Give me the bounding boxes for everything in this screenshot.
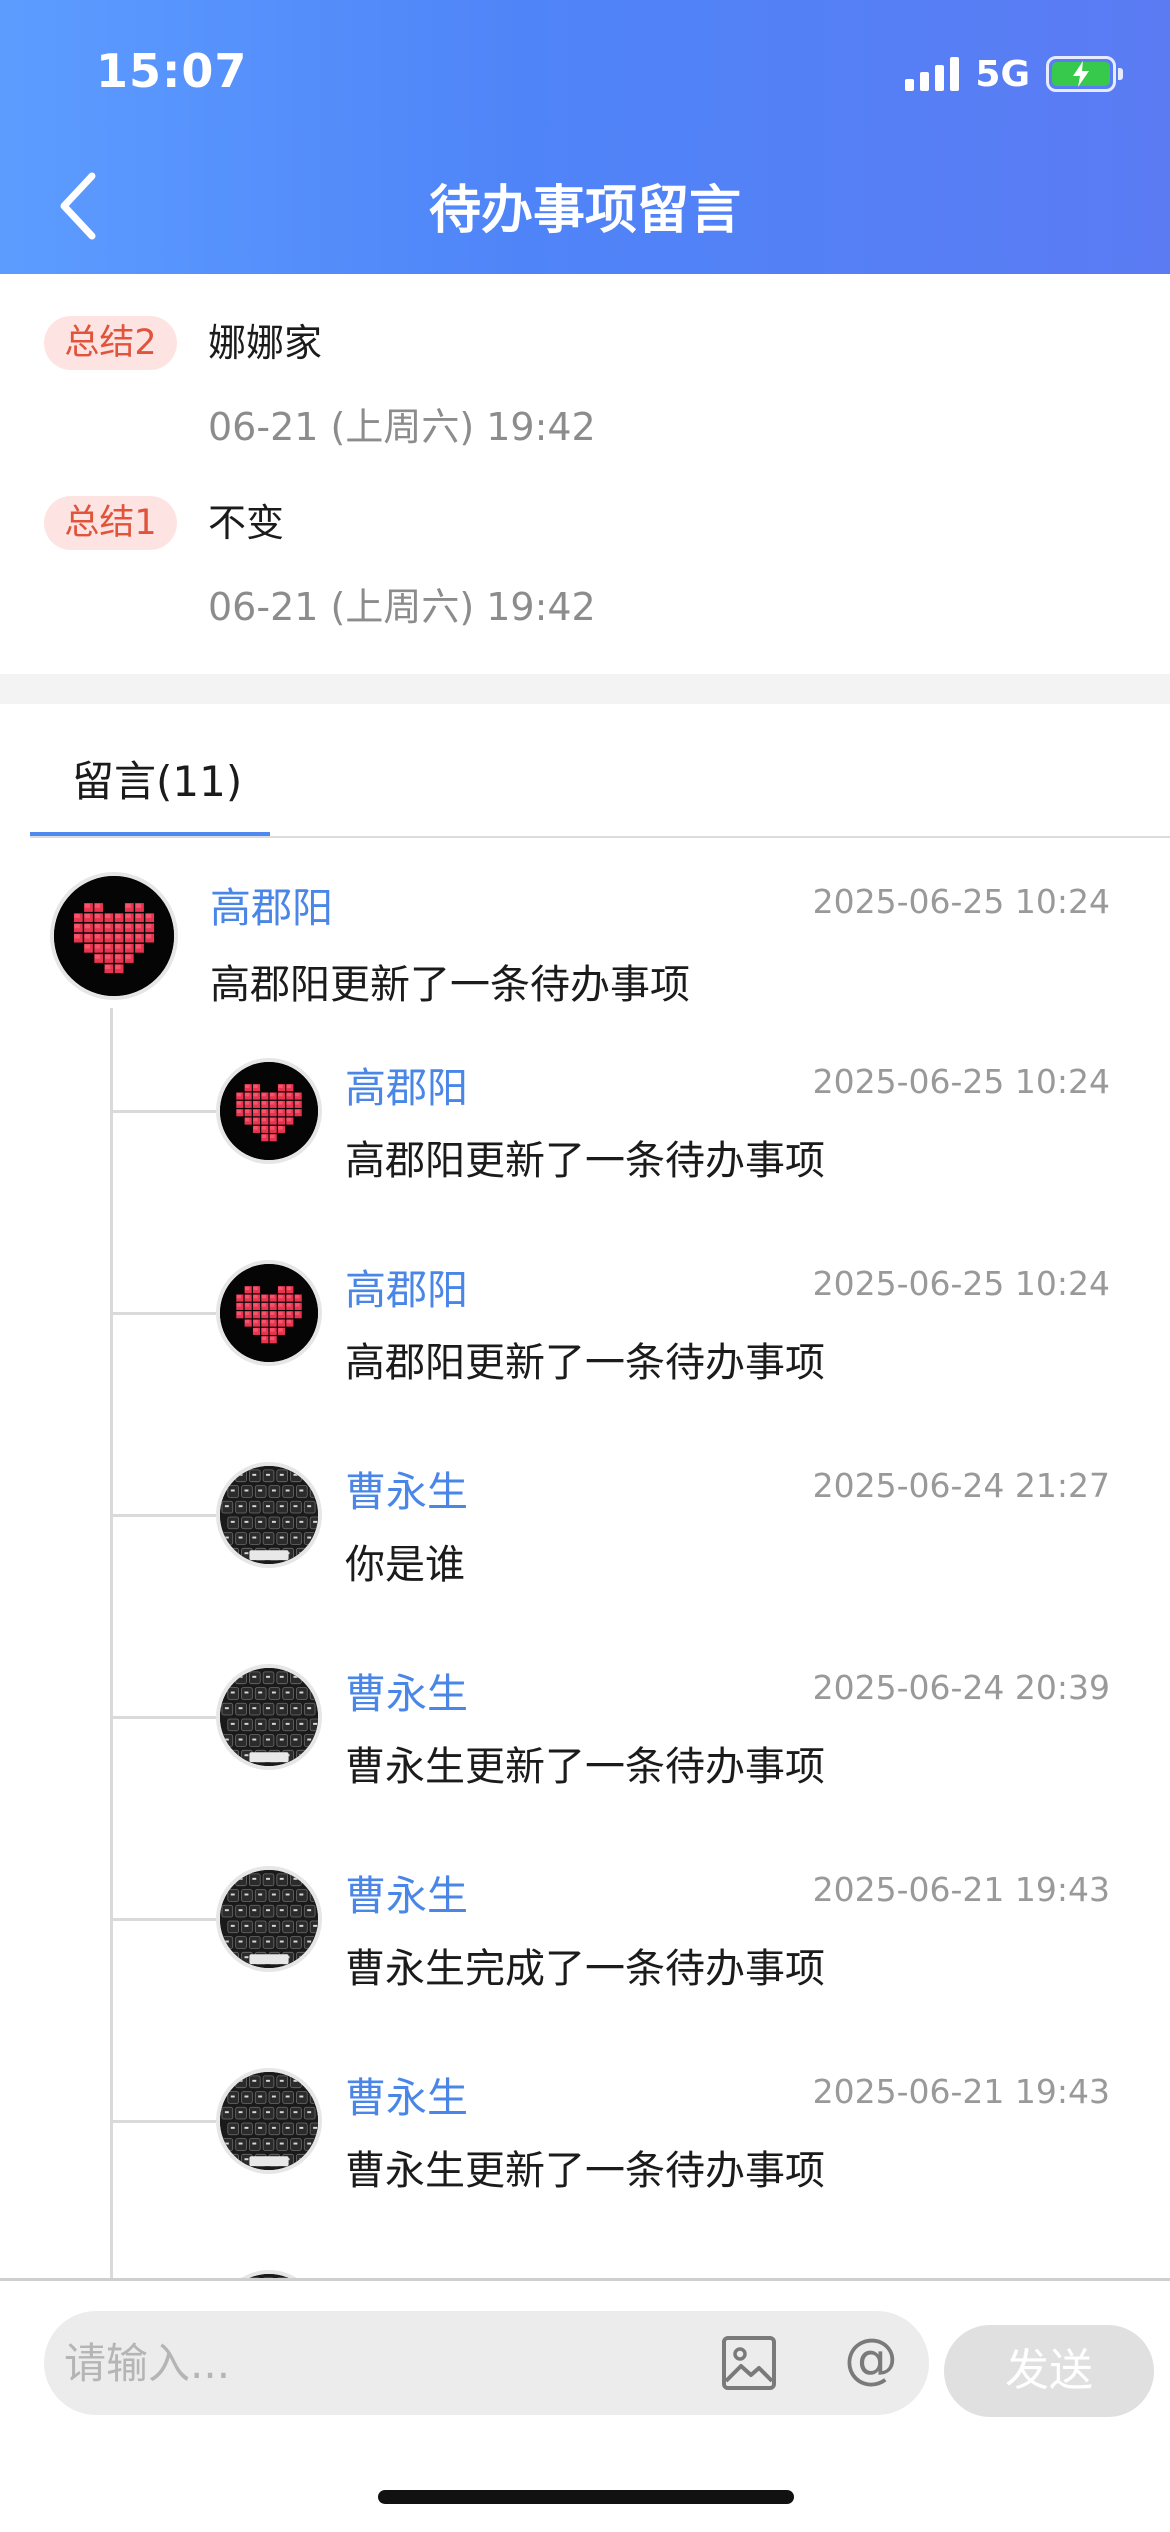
thread-connector [112, 1514, 216, 1517]
tab-bar: 留言(11) [0, 704, 1170, 838]
message-author[interactable]: 曹永生 [345, 1660, 468, 1720]
avatar[interactable] [216, 2068, 322, 2174]
status-time: 15:07 [96, 44, 248, 98]
message-author[interactable]: 高郡阳 [345, 1054, 468, 1114]
composer-pill: @ [44, 2311, 929, 2415]
summary-time: 06-21 (上周六) 19:42 [208, 585, 596, 629]
tab-messages[interactable]: 留言(11) [72, 748, 242, 809]
message-author[interactable]: 曹永生 [345, 1458, 468, 1518]
signal-icon [905, 57, 960, 91]
message-text: 高郡阳更新了一条待办事项 [210, 962, 690, 1008]
message-time: 2025-06-25 10:24 [812, 882, 1110, 921]
message-time: 2025-06-24 20:39 [812, 1668, 1110, 1707]
thread-connector [112, 1716, 216, 1719]
message-text: 你是谁 [345, 1542, 465, 1588]
mention-icon[interactable]: @ [844, 2327, 898, 2390]
section-divider [0, 674, 1170, 704]
message-text: 曹永生完成了一条待办事项 [345, 1946, 825, 1992]
message-author[interactable]: 高郡阳 [210, 874, 333, 934]
header: 15:07 5G 待办事项留言 [0, 0, 1170, 274]
message-time: 2025-06-21 19:43 [812, 1870, 1110, 1909]
message-text: 曹永生更新了一条待办事项 [345, 2148, 825, 2194]
network-label: 5G [975, 53, 1030, 95]
thread-connector [112, 1918, 216, 1921]
message-time: 2025-06-25 10:24 [812, 1264, 1110, 1303]
keyboard-avatar-image [220, 1466, 318, 1564]
summary-tag: 总结1 [44, 496, 177, 550]
thread-connector [112, 1110, 216, 1113]
summary-text: 娜娜家 [208, 321, 323, 365]
thread-connector [112, 1312, 216, 1315]
thread-line [110, 1008, 113, 2278]
summary-tag: 总结2 [44, 316, 177, 370]
heart-avatar-image [220, 1264, 318, 1362]
image-icon[interactable] [721, 2335, 777, 2391]
avatar[interactable] [216, 1664, 322, 1770]
avatar[interactable] [216, 2270, 322, 2278]
home-indicator [378, 2490, 794, 2504]
heart-avatar-image [220, 1062, 318, 1160]
keyboard-avatar-image [220, 1870, 318, 1968]
avatar[interactable] [50, 872, 178, 1000]
avatar[interactable] [216, 1260, 322, 1366]
message-text: 高郡阳更新了一条待办事项 [345, 1340, 825, 1386]
message-text: 曹永生更新了一条待办事项 [345, 1744, 825, 1790]
summary-section: 总结2 娜娜家 06-21 (上周六) 19:42 总结1 不变 06-21 (… [0, 274, 1170, 674]
avatar[interactable] [216, 1058, 322, 1164]
message-input[interactable] [64, 2311, 724, 2415]
heart-avatar-image [54, 876, 174, 996]
thread-connector [112, 2120, 216, 2123]
message-author[interactable]: 曹永生 [345, 1862, 468, 1922]
message-author[interactable]: 曹永生 [345, 2064, 468, 2124]
keyboard-avatar-image [220, 1668, 318, 1766]
avatar[interactable] [216, 1462, 322, 1568]
send-button[interactable]: 发送 [944, 2325, 1154, 2417]
battery-icon [1046, 56, 1123, 92]
avatar[interactable] [216, 1866, 322, 1972]
page-title: 待办事项留言 [428, 181, 741, 241]
message-time: 2025-06-21 19:43 [812, 2072, 1110, 2111]
keyboard-avatar-image [220, 2072, 318, 2170]
message-thread[interactable]: 高郡阳 2025-06-25 10:24 高郡阳更新了一条待办事项 高郡阳 20… [0, 838, 1170, 2278]
message-text: 高郡阳更新了一条待办事项 [345, 1138, 825, 1184]
summary-time: 06-21 (上周六) 19:42 [208, 405, 596, 449]
summary-text: 不变 [208, 501, 285, 545]
status-indicators: 5G [905, 50, 1123, 98]
message-author[interactable]: 高郡阳 [345, 1256, 468, 1316]
message-time: 2025-06-25 10:24 [812, 1062, 1110, 1101]
message-time: 2025-06-24 21:27 [812, 1466, 1110, 1505]
